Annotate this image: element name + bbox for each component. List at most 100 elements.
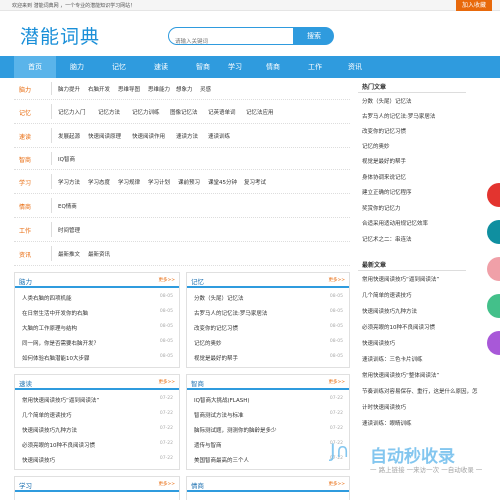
list-item[interactable]: 人类右脑的四项机能 08-05 xyxy=(22,292,173,306)
category-name[interactable]: 智商 xyxy=(19,155,31,164)
category-link[interactable]: IQ智商 xyxy=(58,155,75,163)
list-item[interactable]: 遗传与智商 07-22 xyxy=(194,439,343,453)
panel-title[interactable]: 学习 xyxy=(19,480,32,490)
share-button-red[interactable] xyxy=(487,183,500,207)
sidebar-link[interactable]: 必须亮眼的10种不良阅读习惯 xyxy=(362,323,435,331)
share-button-green[interactable] xyxy=(487,294,500,318)
category-link[interactable]: 灵感 xyxy=(200,85,211,93)
panel-title[interactable]: 速读 xyxy=(19,378,32,388)
sidebar-link[interactable]: 快速阅读技巧 xyxy=(362,339,395,347)
category-name[interactable]: 学习 xyxy=(19,178,31,187)
list-item[interactable]: 美国智商最高的三个人 07-22 xyxy=(194,454,343,468)
sidebar-link[interactable]: 古罗马人的记忆法:罗马家居法 xyxy=(362,112,435,120)
category-link[interactable]: 学习方法 xyxy=(58,178,80,186)
list-item[interactable]: 分数（头尾）记忆法 08-05 xyxy=(194,292,343,306)
category-link[interactable]: 时间管理 xyxy=(58,226,80,234)
category-link[interactable]: 学习计划 xyxy=(148,178,170,186)
panel-title[interactable]: 脑力 xyxy=(19,276,32,286)
category-link[interactable]: 最新资讯 xyxy=(88,250,110,258)
nav-news[interactable]: 资讯 xyxy=(334,56,376,78)
category-link[interactable]: 思维能力 xyxy=(148,85,170,93)
more-link[interactable]: 更多>> xyxy=(328,277,345,283)
nav-work[interactable]: 工作 xyxy=(294,56,336,78)
category-link[interactable]: 最新推文 xyxy=(58,250,80,258)
list-item[interactable]: 脑际测试题，测测你的脑龄是多少 07-22 xyxy=(194,424,343,438)
category-link[interactable]: 学习态度 xyxy=(88,178,110,186)
add-favorite-button[interactable]: 加入收藏 xyxy=(455,0,492,11)
panel-title[interactable]: 智商 xyxy=(191,378,204,388)
nav-home[interactable]: 首页 xyxy=(14,56,56,78)
more-link[interactable]: 更多>> xyxy=(158,379,175,385)
category-link[interactable]: 想象力 xyxy=(176,85,193,93)
nav-speed-reading[interactable]: 速读 xyxy=(140,56,182,78)
category-name[interactable]: 记忆 xyxy=(19,108,31,117)
category-link[interactable]: 速读方法 xyxy=(176,132,198,140)
list-item[interactable]: 智商测试方法与标准 07-22 xyxy=(194,409,343,423)
list-item[interactable]: 几个简单的速读技巧 07-22 xyxy=(22,409,173,423)
sidebar-link[interactable]: 分数（头尾）记忆法 xyxy=(362,97,412,105)
sidebar-link[interactable]: 节奏训练对容易保存、重行，这是什么原因，怎 xyxy=(362,387,478,395)
nav-memory[interactable]: 记忆 xyxy=(98,56,140,78)
more-link[interactable]: 更多>> xyxy=(328,379,345,385)
site-logo[interactable]: 潜能词典 xyxy=(20,22,100,49)
list-item[interactable]: 改变你的记忆习惯 08-05 xyxy=(194,322,343,336)
category-link[interactable]: EQ情商 xyxy=(58,202,77,210)
category-link[interactable]: 图像记忆法 xyxy=(170,108,198,116)
category-name[interactable]: 资讯 xyxy=(19,250,31,259)
category-link[interactable]: 记忆法应用 xyxy=(246,108,274,116)
list-item[interactable]: 大脑的工作原理与结构 08-05 xyxy=(22,322,173,336)
sidebar-link[interactable]: 身体协调来说记忆 xyxy=(362,173,406,181)
sidebar-link[interactable]: 计时快速阅读技巧 xyxy=(362,403,406,411)
category-link[interactable]: 记忆力入门 xyxy=(58,108,86,116)
list-item[interactable]: 古罗马人的记忆法:罗马家居法 08-05 xyxy=(194,307,343,321)
category-link[interactable]: 记忆力训练 xyxy=(132,108,160,116)
sidebar-link[interactable]: 常用快速阅读技巧“整体阅读法” xyxy=(362,371,439,379)
category-link[interactable]: 课堂45分钟 xyxy=(208,178,237,186)
search-button[interactable]: 搜索 xyxy=(294,27,334,45)
sidebar-link[interactable]: 记忆的奥妙 xyxy=(362,142,390,150)
category-link[interactable]: 发展起源 xyxy=(58,132,80,140)
list-item[interactable]: 视觉是最好的帮手 08-05 xyxy=(194,352,343,366)
sidebar-link[interactable]: 速读训练：眼睛训练 xyxy=(362,419,412,427)
category-link[interactable]: 复习考试 xyxy=(244,178,266,186)
nav-study[interactable]: 学习 xyxy=(214,56,256,78)
nav-eq[interactable]: 情商 xyxy=(252,56,294,78)
category-link[interactable]: 快速阅读作用 xyxy=(132,132,165,140)
category-name[interactable]: 工作 xyxy=(19,226,31,235)
category-link[interactable]: 脑力提升 xyxy=(58,85,80,93)
more-link[interactable]: 更多>> xyxy=(158,481,175,487)
category-link[interactable]: 速读训练 xyxy=(208,132,230,140)
share-button-purple[interactable] xyxy=(487,331,500,355)
sidebar-link[interactable]: 合适采用适动用规记忆效率 xyxy=(362,219,428,227)
search-input[interactable] xyxy=(169,34,293,50)
category-name[interactable]: 脑力 xyxy=(19,85,31,94)
nav-brain[interactable]: 脑力 xyxy=(56,56,98,78)
sidebar-link[interactable]: 建立正确的记忆程序 xyxy=(362,188,412,196)
category-link[interactable]: 记忆方法 xyxy=(98,108,120,116)
category-link[interactable]: 快速阅读原理 xyxy=(88,132,121,140)
sidebar-link[interactable]: 视觉是最好的帮手 xyxy=(362,157,406,165)
category-link[interactable]: 课前预习 xyxy=(178,178,200,186)
sidebar-link[interactable]: 几个简单的速读技巧 xyxy=(362,291,412,299)
share-button-pink[interactable] xyxy=(487,257,500,281)
panel-title[interactable]: 情商 xyxy=(191,480,204,490)
home-icon[interactable] xyxy=(487,220,500,244)
more-link[interactable]: 更多>> xyxy=(158,277,175,283)
category-name[interactable]: 情商 xyxy=(19,202,31,211)
category-name[interactable]: 速读 xyxy=(19,132,31,141)
sidebar-link[interactable]: 奖赏你的记忆力 xyxy=(362,204,401,212)
category-link[interactable]: 右脑开发 xyxy=(88,85,110,93)
sidebar-link[interactable]: 改变你的记忆习惯 xyxy=(362,127,406,135)
list-item[interactable]: 如何体验右脑潜能10大步骤 08-05 xyxy=(22,352,173,366)
list-item[interactable]: 必须亮眼的10种不良阅读习惯 07-22 xyxy=(22,439,173,453)
sidebar-link[interactable]: 速读训练：三色卡片训练 xyxy=(362,355,423,363)
list-item[interactable]: 同一网，你是否需要右脑开发？ 08-05 xyxy=(22,337,173,351)
list-item[interactable]: 快速阅读技巧九种方法 07-22 xyxy=(22,424,173,438)
category-link[interactable]: 记英语单词 xyxy=(208,108,236,116)
category-link[interactable]: 思维导图 xyxy=(118,85,140,93)
list-item[interactable]: 在日常生活中开发你的右脑 08-05 xyxy=(22,307,173,321)
list-item[interactable]: IQ智商大挑战(FLASH) 07-22 xyxy=(194,394,343,408)
sidebar-link[interactable]: 记忆术之二：串连法 xyxy=(362,235,412,243)
list-item[interactable]: 快速阅读技巧 07-22 xyxy=(22,454,173,468)
list-item[interactable]: 记忆的奥妙 08-05 xyxy=(194,337,343,351)
